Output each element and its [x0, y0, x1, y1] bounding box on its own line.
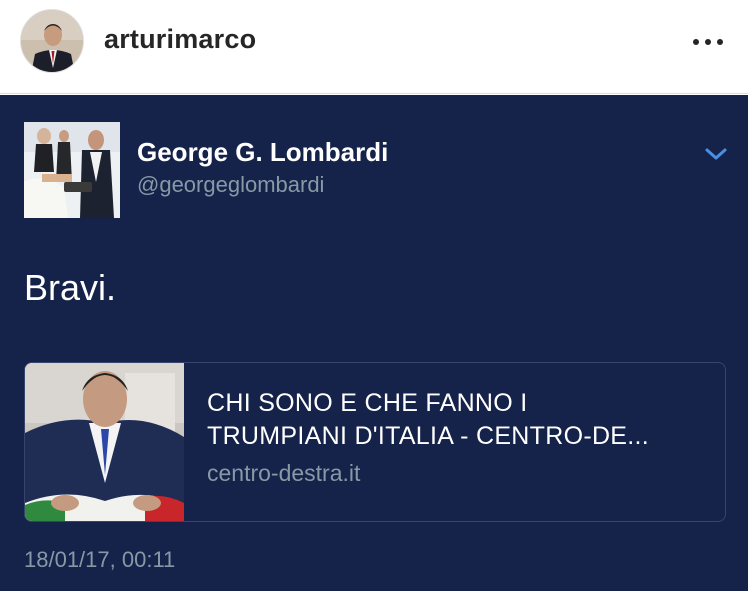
link-preview-domain: centro-destra.it — [207, 460, 361, 486]
chevron-down-icon[interactable] — [704, 145, 728, 163]
profile-avatar[interactable] — [20, 9, 84, 73]
tweet-text: Bravi. — [24, 267, 117, 308]
post-header: arturimarco — [0, 0, 748, 94]
tweet-timestamp[interactable]: 18/01/17, 00:11 — [24, 547, 175, 573]
link-preview-image — [25, 363, 184, 521]
tweet-author-name[interactable]: George G. Lombardi — [137, 137, 388, 168]
tweet-card: George G. Lombardi @georgeglombardi Brav… — [0, 95, 748, 591]
username[interactable]: arturimarco — [104, 24, 256, 55]
tweet-author-handle[interactable]: @georgeglombardi — [137, 172, 324, 198]
link-preview-card[interactable]: CHI SONO E CHE FANNO I TRUMPIANI D'ITALI… — [24, 362, 726, 522]
link-title-line-2: TRUMPIANI D'ITALIA - CENTRO-DE... — [207, 422, 650, 450]
link-preview-title[interactable]: CHI SONO E CHE FANNO I TRUMPIANI D'ITALI… — [207, 387, 707, 453]
link-title-line-1: CHI SONO E CHE FANNO I — [207, 389, 528, 417]
more-dots-icon[interactable] — [688, 24, 728, 60]
tweet-author-avatar[interactable] — [24, 122, 120, 218]
